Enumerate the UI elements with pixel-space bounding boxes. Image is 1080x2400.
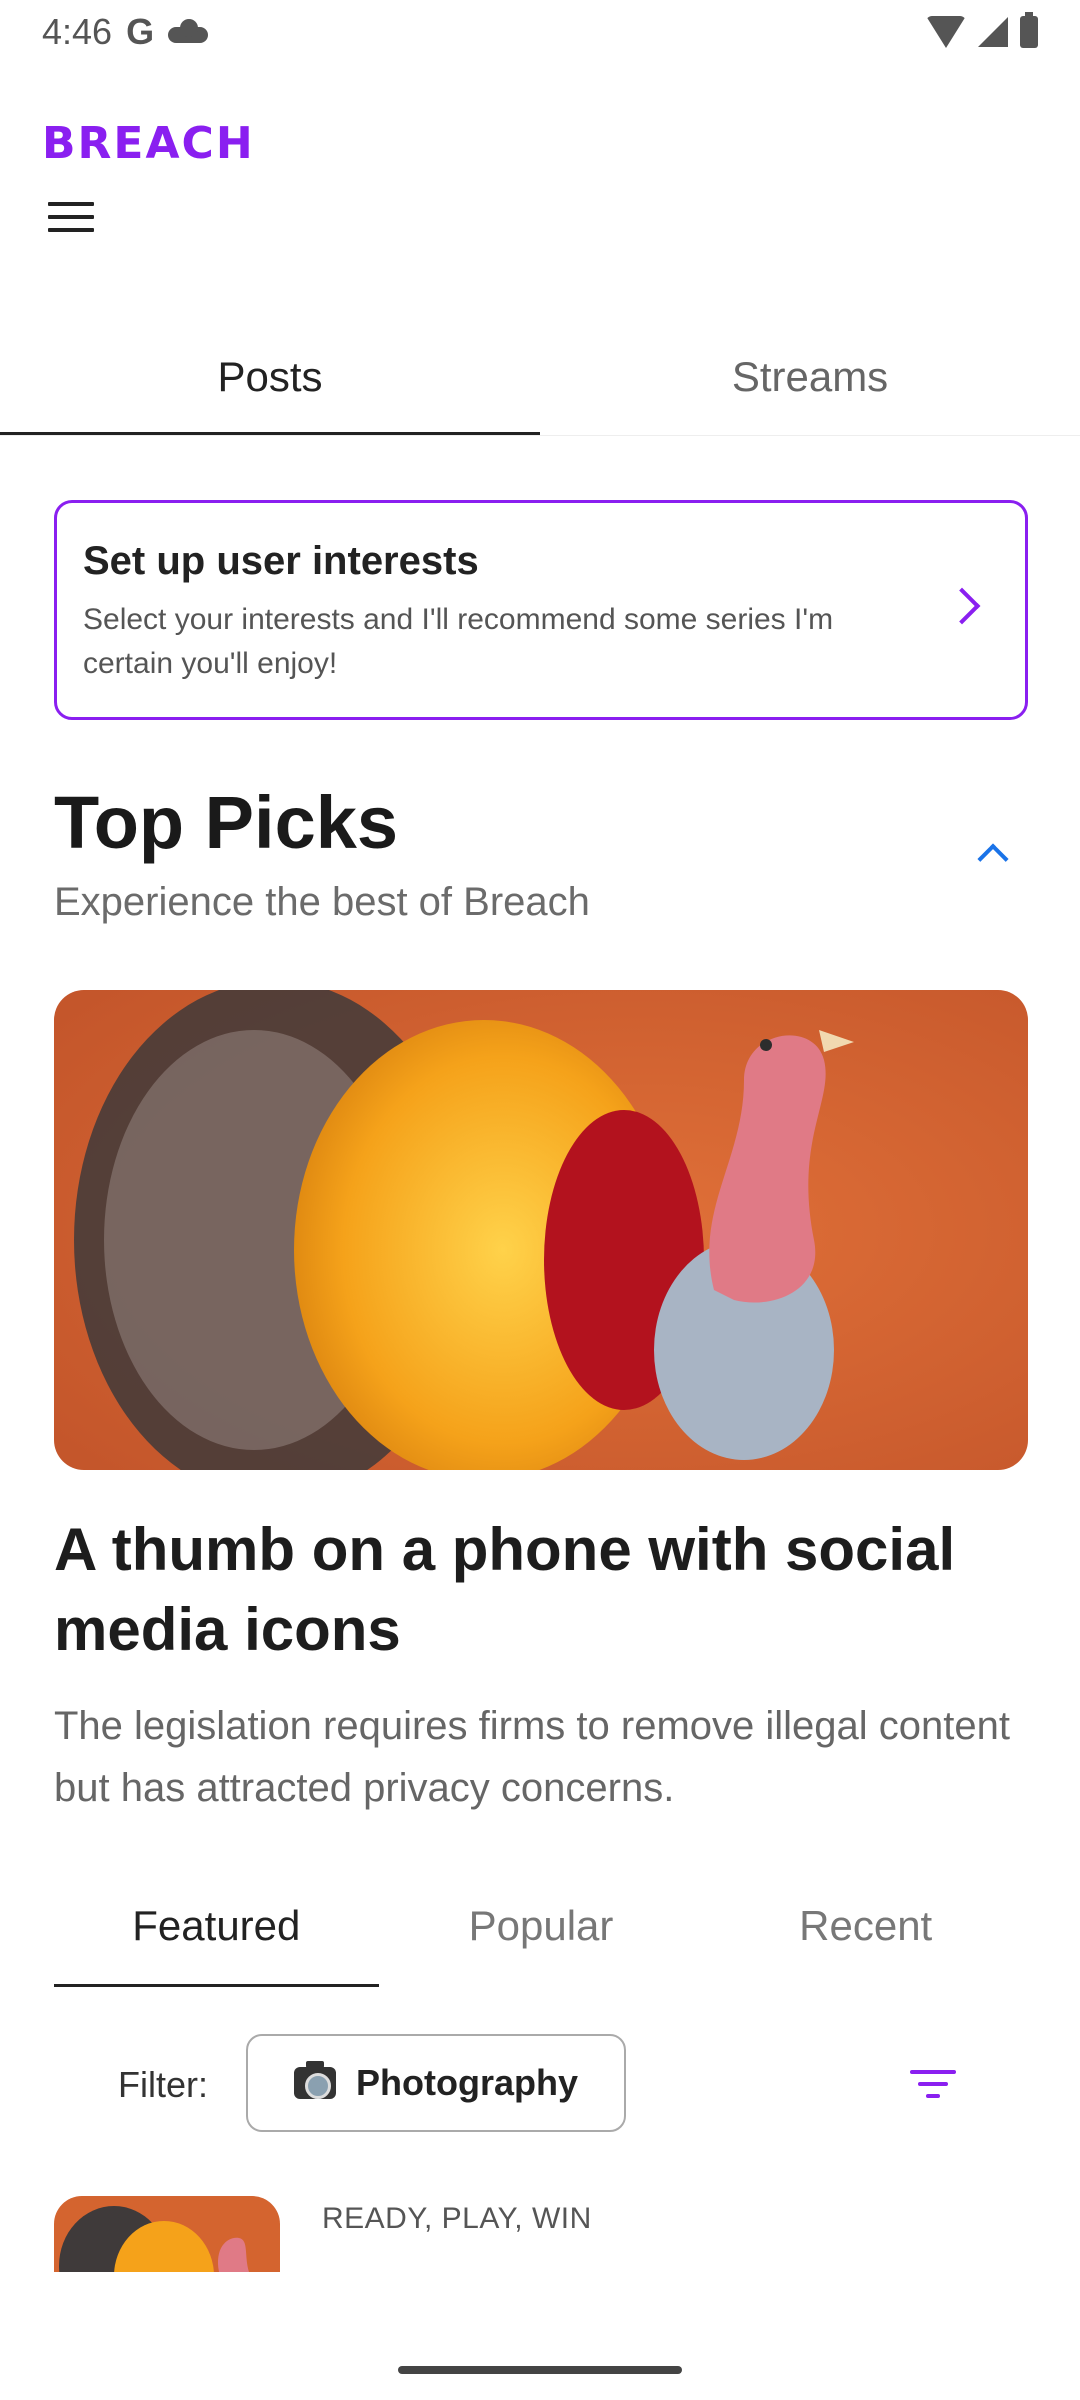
tab-popular[interactable]: Popular	[379, 1865, 704, 1987]
status-left: 4:46 G	[42, 11, 209, 53]
collapse-chevron-up-icon[interactable]	[977, 843, 1009, 875]
battery-icon	[1020, 12, 1038, 48]
status-right	[926, 12, 1038, 48]
status-bar: 4:46 G	[0, 0, 1080, 64]
tab-streams[interactable]: Streams	[540, 318, 1080, 435]
chevron-right-icon	[943, 587, 981, 625]
tab-featured[interactable]: Featured	[54, 1865, 379, 1987]
paper-turkey-illustration	[54, 990, 1028, 1470]
app-logo: BREACH	[42, 118, 255, 169]
featured-article-image[interactable]	[54, 990, 1028, 1470]
featured-article-description: The legislation requires firms to remove…	[54, 1704, 1010, 1810]
filter-chip-photography[interactable]: Photography	[246, 2034, 626, 2132]
hamburger-menu-icon[interactable]	[48, 202, 94, 232]
filter-chip-label: Photography	[356, 2062, 578, 2103]
interest-card-title: Set up user interests	[83, 539, 479, 583]
tab-posts[interactable]: Posts	[0, 318, 540, 435]
google-icon: G	[126, 11, 155, 52]
tab-recent[interactable]: Recent	[703, 1865, 1028, 1987]
home-gesture-bar[interactable]	[398, 2366, 682, 2374]
top-tab-bar: Posts Streams	[0, 318, 1080, 436]
section-subtitle: Experience the best of Breach	[54, 880, 590, 924]
setup-interests-card[interactable]: Set up user interests Select your intere…	[54, 500, 1028, 720]
status-time: 4:46	[42, 11, 113, 52]
list-item-thumbnail[interactable]	[54, 2196, 280, 2272]
wifi-icon	[926, 16, 966, 48]
filter-label: Filter:	[118, 2064, 208, 2105]
cloud-icon	[168, 19, 209, 43]
feed-tab-bar: Featured Popular Recent	[54, 1865, 1028, 1987]
section-title: Top Picks	[54, 781, 399, 864]
filter-icon[interactable]	[910, 2070, 956, 2102]
camera-icon	[294, 2061, 336, 2099]
list-item-category: READY, PLAY, WIN	[322, 2202, 592, 2235]
signal-icon	[978, 17, 1008, 47]
featured-article-title[interactable]: A thumb on a phone with social media ico…	[54, 1510, 1014, 1670]
list-item-image	[54, 2196, 280, 2272]
interest-card-description: Select your interests and I'll recommend…	[83, 603, 834, 680]
bottom-fade	[0, 2272, 1080, 2400]
